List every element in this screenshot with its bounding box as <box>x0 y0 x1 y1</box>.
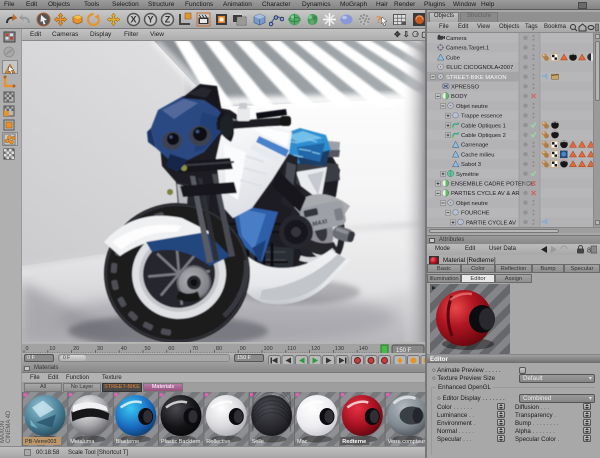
svg-text:STREET-BIKE MAXON: STREET-BIKE MAXON <box>446 75 507 81</box>
svg-text:Cable Optiques 2: Cable Optiques 2 <box>461 133 506 139</box>
svg-text:Metaluma: Metaluma <box>70 439 95 445</box>
svg-text:Carrenage: Carrenage <box>461 143 488 149</box>
svg-text:PARTIE CYCLE AV: PARTIE CYCLE AV <box>466 220 516 226</box>
svg-text:©LUC CICOGNOLA•2007: ©LUC CICOGNOLA•2007 <box>446 64 513 71</box>
svg-text:CINEMA 4D: CINEMA 4D <box>6 410 11 443</box>
svg-text:Symétrie: Symétrie <box>456 172 479 178</box>
svg-text:20: 20 <box>73 346 79 352</box>
svg-text:FOURCHE: FOURCHE <box>461 211 490 217</box>
svg-text:0: 0 <box>26 346 29 352</box>
svg-text:Y: Y <box>147 15 153 25</box>
svg-text:50: 50 <box>145 346 151 352</box>
svg-text:PB-Verre003: PB-Verre003 <box>25 439 57 445</box>
svg-text:Objet neutre: Objet neutre <box>456 201 488 207</box>
svg-text:Objet neutre: Objet neutre <box>456 104 488 110</box>
svg-text:10: 10 <box>49 346 55 352</box>
svg-text:8: 8 <box>587 248 591 255</box>
svg-text:Trappe essence: Trappe essence <box>461 114 502 120</box>
svg-text:60: 60 <box>168 346 174 352</box>
svg-text:Camera: Camera <box>446 36 467 42</box>
svg-text:Verre compteur: Verre compteur <box>388 439 426 445</box>
svg-text:Sabot 3: Sabot 3 <box>461 162 481 168</box>
svg-text:30: 30 <box>97 346 103 352</box>
svg-text:Reflective: Reflective <box>206 439 230 445</box>
svg-text:80: 80 <box>216 346 222 352</box>
svg-text:130: 130 <box>335 346 344 352</box>
svg-text:120: 120 <box>311 346 320 352</box>
svg-text:ENSEMBLE CADRE POTENCE: ENSEMBLE CADRE POTENCE <box>451 182 534 188</box>
svg-text:Redterne: Redterne <box>342 439 366 445</box>
svg-text:Cable Optiques 1: Cable Optiques 1 <box>461 123 506 129</box>
svg-text:?: ? <box>376 14 382 26</box>
svg-text:90: 90 <box>240 346 246 352</box>
svg-text:40: 40 <box>121 346 127 352</box>
svg-text:BODY: BODY <box>451 94 468 100</box>
svg-text:XPRESSO: XPRESSO <box>451 85 480 91</box>
svg-text:110: 110 <box>287 346 296 352</box>
svg-text:Blueterne: Blueterne <box>116 439 140 445</box>
svg-text:Selle: Selle <box>252 439 264 445</box>
svg-text:Cube: Cube <box>446 55 460 61</box>
svg-text:100: 100 <box>264 346 273 352</box>
svg-text:X: X <box>130 15 136 25</box>
svg-text:70: 70 <box>192 346 198 352</box>
svg-text:PARTIES CYCLE AV & AR: PARTIES CYCLE AV & AR <box>451 191 520 197</box>
svg-text:Plastic Backtern: Plastic Backtern <box>161 439 200 445</box>
svg-text:Camera.Target.1: Camera.Target.1 <box>446 46 489 52</box>
svg-text:140: 140 <box>359 346 368 352</box>
svg-text:Cache milieu: Cache milieu <box>461 152 495 158</box>
svg-text:Mac: Mac <box>297 439 308 445</box>
svg-text:Z: Z <box>165 15 171 25</box>
